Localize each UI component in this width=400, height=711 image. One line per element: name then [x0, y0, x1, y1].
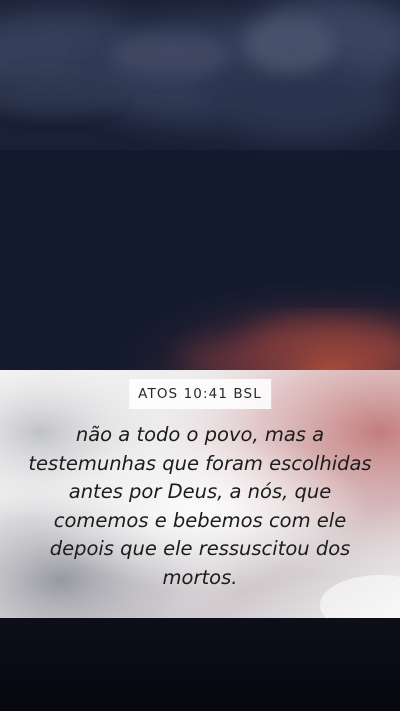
verse-image-screen: ATOS 10:41 BSL não a todo o povo, mas a …	[0, 0, 400, 711]
verse-card: ATOS 10:41 BSL não a todo o povo, mas a …	[0, 370, 400, 618]
verse-text: não a todo o povo, mas a testemunhas que…	[28, 423, 372, 589]
verse-reference: ATOS 10:41 BSL	[129, 379, 271, 409]
sky-clouds-background	[0, 0, 400, 370]
bottom-dark-area	[0, 618, 400, 711]
